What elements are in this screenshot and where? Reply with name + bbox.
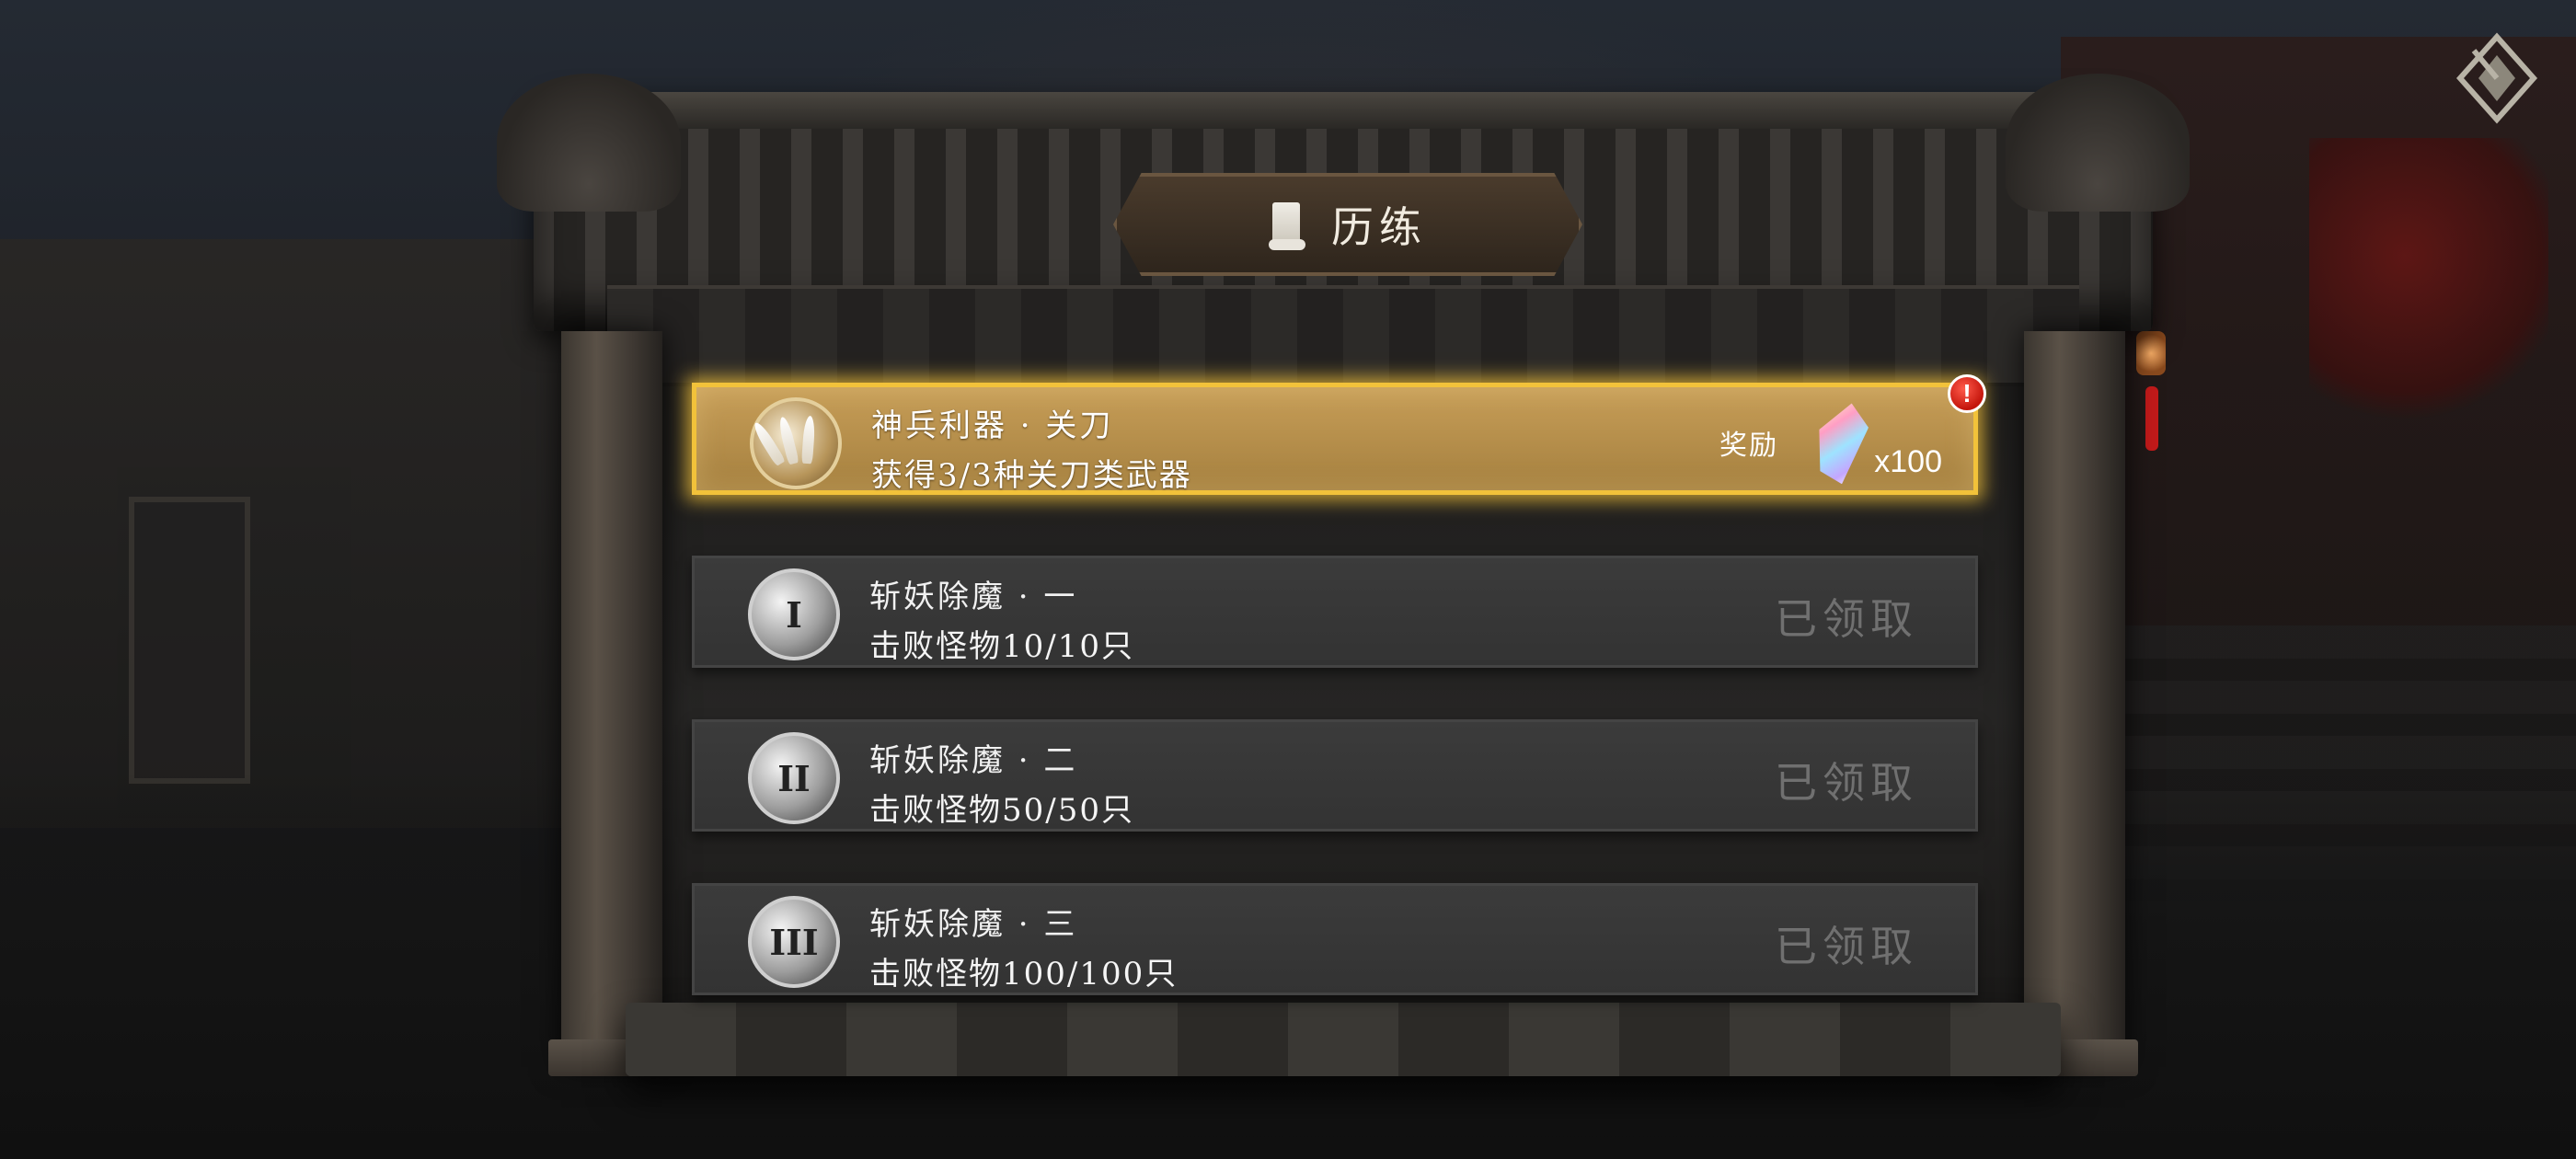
task-name: 斩妖除魔 · 一 [869,579,1078,615]
roof-dragon-left [497,74,681,212]
background-building-left [0,239,570,828]
page-title: 历练 [1331,202,1427,252]
pillar-right [2011,331,2138,1076]
pillar-left [548,331,675,1076]
task-name: 斩妖除魔 · 三 [869,906,1078,943]
alert-badge: ! [1948,374,1986,413]
tier-3-icon: III [748,896,840,988]
task-desc: 获得3/3种关刀类武器 [871,457,1192,494]
task-item-active[interactable]: 神兵利器 · 关刀 获得3/3种关刀类武器 奖励 x100 ! [692,374,1986,495]
roof-dragon-right [2006,74,2190,212]
title-plaque: 历练 [1113,173,1582,276]
reward-label: 奖励 [1719,430,1778,462]
tier-1-icon: I [748,568,840,660]
claimed-status: 已领取 [1775,922,1918,971]
back-button[interactable] [2451,28,2543,129]
tier-2-icon: II [748,732,840,824]
gate-frieze [607,285,2079,386]
reward-count: x100 [1874,444,1942,479]
task-desc: 击败怪物10/10只 [869,628,1134,665]
gem-icon [1809,398,1872,488]
task-item[interactable]: III 斩妖除魔 · 三 击败怪物100/100只 已领取 [692,883,1978,995]
task-name: 斩妖除魔 · 二 [869,742,1078,779]
task-name: 神兵利器 · 关刀 [871,407,1114,444]
gate-base [626,1003,2061,1076]
task-item[interactable]: I 斩妖除魔 · 一 击败怪物10/10只 已领取 [692,556,1978,668]
background-red-tree [2309,138,2548,432]
scroll-icon [1269,199,1305,250]
claimed-status: 已领取 [1775,594,1918,644]
claimed-status: 已领取 [1775,758,1918,808]
back-icon [2455,32,2538,124]
task-desc: 击败怪物100/100只 [869,956,1179,993]
task-item[interactable]: II 斩妖除魔 · 二 击败怪物50/50只 已领取 [692,719,1978,832]
task-desc: 击败怪物50/50只 [869,792,1134,829]
claw-icon [750,397,842,489]
gate-roof-ridge [626,92,2061,129]
